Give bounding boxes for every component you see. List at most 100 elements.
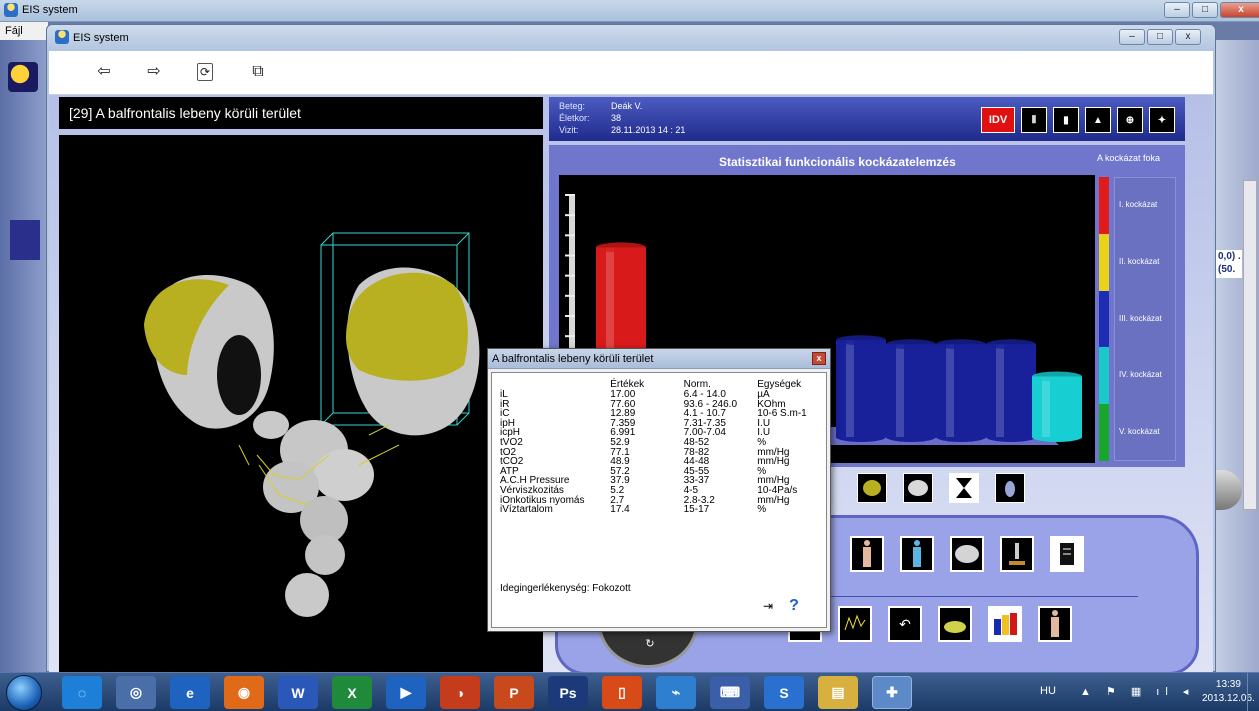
table-row: iVíztartalom 17.4 15-17%	[500, 505, 826, 515]
panel-divider	[788, 596, 1138, 597]
patient-age: 38	[611, 113, 622, 123]
visit-datetime: 28.11.2013 14 : 21	[611, 125, 686, 135]
star-icon[interactable]: ✦	[1149, 107, 1175, 133]
help-icon[interactable]: ?	[784, 597, 804, 615]
language-indicator[interactable]: HU	[1040, 685, 1056, 697]
taskbar-app-icon[interactable]: e	[170, 676, 210, 709]
color-bars-icon[interactable]	[988, 606, 1022, 642]
dialog-body: Értékek Norm. Egységek iL 17.00 6.4 - 14.0…	[491, 372, 827, 628]
taskbar-app-icon[interactable]: ▯	[602, 676, 642, 709]
risk-color-5	[1099, 404, 1109, 461]
dialog-close-button[interactable]: x	[812, 352, 826, 365]
idv-button[interactable]: IDV	[981, 107, 1015, 133]
header-param	[500, 379, 610, 390]
taskbar-app-icon[interactable]: ▤	[818, 676, 858, 709]
taskbar-app-icon[interactable]: Ps	[548, 676, 588, 709]
food-icon[interactable]	[938, 606, 972, 642]
y-tick	[565, 254, 575, 257]
brain-icon[interactable]	[950, 536, 984, 572]
hourglass-icon[interactable]	[949, 473, 979, 503]
taskbar-app-icon[interactable]: X	[332, 676, 372, 709]
risk-level-3: III. kockázat	[1119, 313, 1162, 323]
chart-bar	[986, 339, 1036, 442]
body-vascular-icon[interactable]	[900, 536, 934, 572]
toolbar: ⇦ ⇨ ⟳ ⧉	[49, 51, 1213, 95]
tray-icons[interactable]: ▲ ⚑ ▦ ıl ◂	[1080, 685, 1194, 698]
param-name: iVíztartalom	[500, 504, 553, 516]
outer-scrollbar[interactable]	[1243, 180, 1257, 510]
param-name: iR	[500, 398, 510, 410]
close-button[interactable]: x	[1220, 2, 1259, 18]
param-unit: mm/Hg	[757, 494, 790, 506]
taskbar-app-icon[interactable]: ▶	[386, 676, 426, 709]
return-arrow-icon[interactable]: ↶	[888, 606, 922, 642]
coordinate-top: 0,0) .	[1218, 251, 1241, 262]
window-minimize-button[interactable]: –	[1119, 29, 1145, 45]
bar-chart-icon[interactable]: ▮	[1053, 107, 1079, 133]
exit-icon[interactable]: ⇥	[758, 597, 778, 615]
risk-level-2: II. kockázat	[1119, 256, 1160, 266]
risk-color-1	[1099, 177, 1109, 234]
taskbar-app-icon[interactable]: ◌	[62, 676, 102, 709]
taskbar-app-icon[interactable]: P	[494, 676, 534, 709]
menu-file[interactable]: Fájl	[5, 25, 23, 37]
taskbar-app-icon[interactable]: ◑	[440, 676, 480, 709]
app-icon	[4, 3, 18, 17]
copy-icon[interactable]: ⧉	[247, 61, 269, 83]
param-unit: I.U	[757, 427, 771, 439]
body-front-icon[interactable]	[850, 536, 884, 572]
param-norm: 15-17	[683, 504, 710, 516]
chart-title: Statisztikai funkcionális kockázatelemzé…	[719, 155, 956, 169]
refresh-icon[interactable]: ⟳	[197, 63, 213, 81]
warning-icon[interactable]: ▲	[1085, 107, 1111, 133]
report-icon[interactable]	[1050, 536, 1084, 572]
nav-rotate-icon[interactable]: ↻	[643, 637, 657, 651]
taskbar-app-icon[interactable]: ⌁	[656, 676, 696, 709]
waveform-icon[interactable]	[838, 606, 872, 642]
taskbar-app-icon[interactable]: S	[764, 676, 804, 709]
outer-right-panel: 0,0) . (50.	[1214, 40, 1259, 672]
window-maximize-button[interactable]: □	[1147, 29, 1173, 45]
body-figure-icon[interactable]	[1038, 606, 1072, 642]
chart-bar	[836, 335, 886, 442]
dialog-title-bar: A balfrontalis lebeny körüli terület x	[488, 349, 830, 369]
taskbar-app-icon[interactable]: ◎	[116, 676, 156, 709]
maximize-button[interactable]: □	[1192, 2, 1218, 18]
patient-label: Beteg:	[559, 101, 586, 111]
microscope-icon[interactable]	[1000, 536, 1034, 572]
taskbar-app-icon[interactable]: ✚	[872, 676, 912, 709]
window-title-bar: EIS system – □ x	[47, 25, 1215, 51]
table-row: icpH 6.991 7.00-7.04 I.U	[500, 428, 826, 438]
list-icon[interactable]: ⦀	[1021, 107, 1047, 133]
brain-panel-header: [29] A balfrontalis lebeny körüli terüle…	[59, 97, 543, 129]
taskbar-app-icon[interactable]: W	[278, 676, 318, 709]
param-unit: %	[757, 504, 767, 516]
show-desktop-button[interactable]	[1247, 673, 1259, 711]
settings-icon[interactable]: ⊕	[1117, 107, 1143, 133]
brain-3d-view[interactable]	[59, 135, 543, 673]
y-tick	[565, 234, 575, 237]
table-header-row: Értékek Norm. Egységek	[500, 379, 826, 390]
back-icon[interactable]: ⇦	[93, 61, 115, 83]
brain-illustration	[144, 232, 480, 617]
brain-view-icon[interactable]	[857, 473, 887, 503]
minimize-button[interactable]: –	[1164, 2, 1190, 18]
forward-icon[interactable]: ⇨	[143, 61, 165, 83]
y-tick	[565, 274, 575, 277]
brain-lateral-icon[interactable]	[903, 473, 933, 503]
organ-icon[interactable]	[995, 473, 1025, 503]
system-tray: HU ▲ ⚑ ▦ ıl ◂ 13:39 2013.12.06.	[1030, 673, 1259, 711]
dialog-title: A balfrontalis lebeny körüli terület	[492, 353, 654, 365]
chart-bar	[936, 339, 986, 442]
window-close-button[interactable]: x	[1175, 29, 1201, 45]
coordinate-bottom: (50.	[1218, 264, 1236, 275]
taskbar: ◌ ◎ e ◉ W X ▶ ◑ P Ps ▯ ⌁ ⌨ S ▤ ✚ HU ▲ ⚑ ▦ ıl ◂ 13:39 20…	[0, 672, 1259, 711]
window-app-icon	[55, 30, 69, 44]
y-tick	[565, 315, 575, 317]
view-icons	[857, 473, 1025, 503]
coordinate-readout: 0,0) . (50.	[1216, 250, 1242, 278]
start-button[interactable]	[6, 675, 42, 711]
taskbar-app-icon[interactable]: ◉	[224, 676, 264, 709]
y-tick	[565, 294, 575, 297]
taskbar-app-icon[interactable]: ⌨	[710, 676, 750, 709]
